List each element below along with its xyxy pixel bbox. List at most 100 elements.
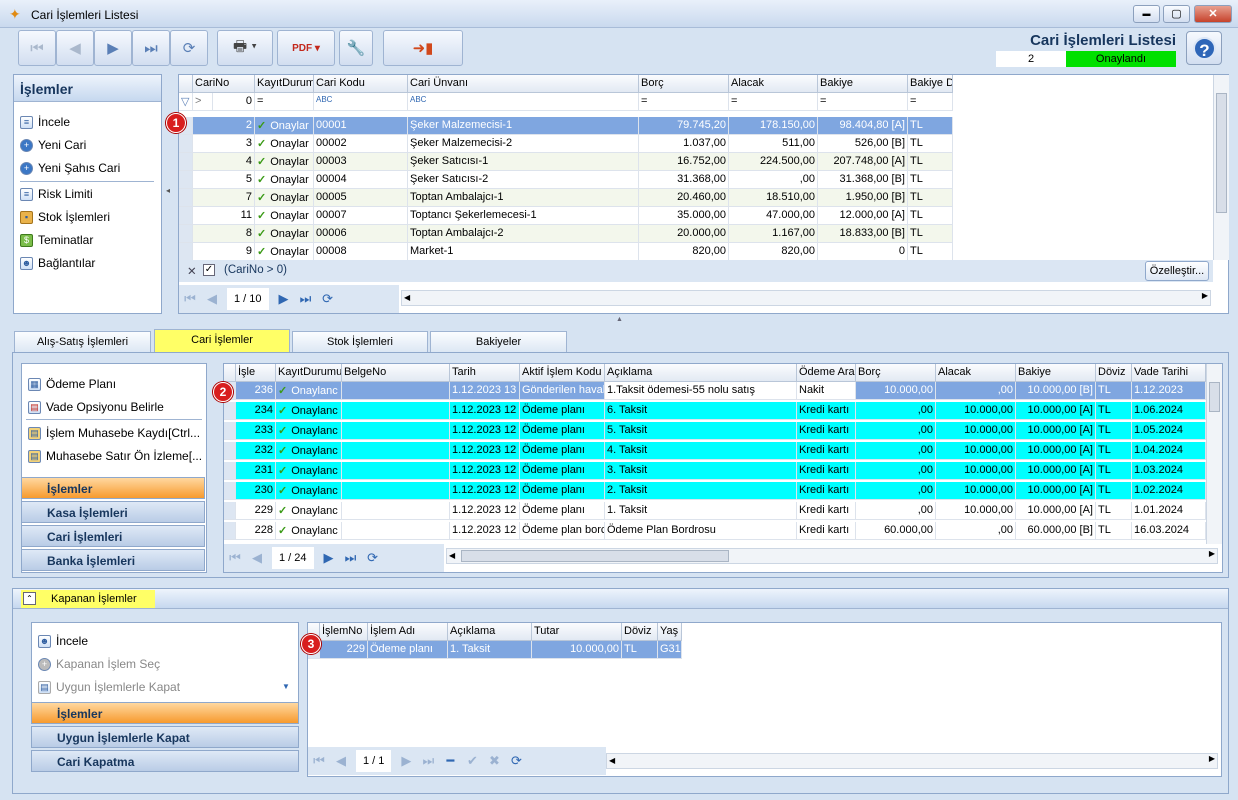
nav-first-icon[interactable]: ⏮ bbox=[179, 291, 201, 307]
row-indicator[interactable] bbox=[179, 225, 193, 243]
table-cell[interactable]: 31.368,00 [B] bbox=[818, 171, 908, 189]
table-cell[interactable]: 10.000,00 bbox=[936, 422, 1016, 440]
top-grid-hscroll[interactable]: ◀ ▶ bbox=[401, 290, 1211, 306]
column-header[interactable]: Bakiye bbox=[818, 75, 908, 93]
sidebar-item-odeme-plani[interactable]: ▦ Ödeme Planı bbox=[28, 374, 116, 394]
table-cell[interactable]: 1.01.2024 bbox=[1132, 502, 1206, 520]
table-cell[interactable]: TL bbox=[908, 135, 953, 153]
table-cell[interactable]: 1. Taksit bbox=[605, 502, 797, 520]
table-cell[interactable]: 1.05.2024 bbox=[1132, 422, 1206, 440]
filter-cell[interactable]: = bbox=[908, 93, 953, 111]
nav-cancel-icon[interactable]: ✖ bbox=[483, 753, 505, 769]
filter-cell[interactable]: = bbox=[818, 93, 908, 111]
table-cell[interactable]: 00006 bbox=[314, 225, 408, 243]
nav-group-islemler[interactable]: İşlemler bbox=[31, 702, 299, 724]
column-header[interactable]: İşlem Adı bbox=[368, 623, 448, 641]
table-cell[interactable]: TL bbox=[1096, 402, 1132, 420]
customize-button[interactable]: Özelleştir... bbox=[1145, 261, 1209, 281]
table-cell[interactable]: Ödeme planı bbox=[520, 462, 605, 480]
table-cell[interactable] bbox=[342, 502, 450, 520]
table-cell[interactable]: TL bbox=[908, 153, 953, 171]
column-header[interactable]: Vade Tarihi bbox=[1132, 364, 1206, 382]
group-title-highlight[interactable]: ⌃ Kapanan İşlemler bbox=[21, 590, 155, 608]
row-indicator[interactable] bbox=[179, 189, 193, 207]
column-header[interactable]: Alacak bbox=[936, 364, 1016, 382]
table-cell[interactable]: 178.150,00 bbox=[729, 117, 818, 135]
table-cell[interactable]: ,00 bbox=[856, 442, 936, 460]
row-indicator[interactable] bbox=[179, 135, 193, 153]
table-cell[interactable]: 10.000,00 bbox=[936, 482, 1016, 500]
nav-prev-icon[interactable]: ◀ bbox=[201, 291, 223, 307]
table-cell[interactable]: TL bbox=[908, 225, 953, 243]
table-cell[interactable]: 10.000,00 bbox=[532, 641, 622, 659]
table-cell[interactable]: 234 bbox=[236, 402, 276, 420]
table-cell[interactable]: 10.000,00 [A] bbox=[1016, 462, 1096, 480]
column-header[interactable]: Bakiye D bbox=[908, 75, 953, 93]
row-indicator[interactable] bbox=[224, 442, 236, 460]
table-cell[interactable]: 10.000,00 bbox=[936, 402, 1016, 420]
sidebar-item-yeni-sahis-cari[interactable]: + Yeni Şahıs Cari bbox=[20, 158, 120, 178]
table-cell[interactable]: 1.12.2023 12 bbox=[450, 482, 520, 500]
column-header[interactable]: İşle bbox=[236, 364, 276, 382]
table-cell[interactable]: TL bbox=[1096, 522, 1132, 540]
table-cell[interactable]: 00001 bbox=[314, 117, 408, 135]
filter-cell[interactable]: 0 bbox=[213, 93, 255, 111]
table-cell[interactable]: 3. Taksit bbox=[605, 462, 797, 480]
row-indicator[interactable] bbox=[224, 482, 236, 500]
table-cell[interactable]: Kredi kartı bbox=[797, 482, 856, 500]
nav-group-banka-islemleri[interactable]: Banka İşlemleri bbox=[21, 549, 205, 571]
table-cell[interactable]: 0 bbox=[818, 243, 908, 260]
table-cell[interactable]: ✓ Onaylanc bbox=[276, 422, 342, 440]
table-cell[interactable]: 00007 bbox=[314, 207, 408, 225]
scroll-right-icon[interactable]: ▶ bbox=[1209, 549, 1215, 558]
table-cell[interactable]: ,00 bbox=[936, 522, 1016, 540]
table-cell[interactable]: 7 bbox=[193, 189, 255, 207]
table-cell[interactable]: ✓ Onaylanc bbox=[276, 522, 342, 540]
table-cell[interactable]: 20.460,00 bbox=[639, 189, 729, 207]
table-cell[interactable]: 2 bbox=[193, 117, 255, 135]
collapse-sidebar-arrow[interactable]: ◂ bbox=[166, 186, 170, 195]
filter-cell[interactable]: = bbox=[729, 93, 818, 111]
table-cell[interactable]: 228 bbox=[236, 522, 276, 540]
row-indicator[interactable] bbox=[179, 171, 193, 189]
table-cell[interactable]: 1.02.2024 bbox=[1132, 482, 1206, 500]
table-cell[interactable]: Ödeme planı bbox=[520, 502, 605, 520]
sidebar-item-incele[interactable]: ☻ İncele bbox=[38, 631, 88, 651]
column-header[interactable]: KayıtDurumu bbox=[255, 75, 314, 93]
table-cell[interactable]: Ödeme planı bbox=[520, 422, 605, 440]
table-cell[interactable]: 16.03.2024 bbox=[1132, 522, 1206, 540]
column-header[interactable]: CariNo bbox=[193, 75, 255, 93]
scroll-left-icon[interactable]: ◀ bbox=[404, 293, 410, 302]
filter-checkbox[interactable]: ✓ bbox=[203, 264, 215, 276]
sidebar-item-muhasebe-kaydi[interactable]: ▤ İşlem Muhasebe Kaydı[Ctrl... bbox=[28, 423, 200, 443]
table-cell[interactable]: Ödeme plan borc bbox=[520, 522, 605, 540]
table-cell[interactable]: 229 bbox=[236, 502, 276, 520]
table-cell[interactable]: 232 bbox=[236, 442, 276, 460]
table-cell[interactable]: 1.12.2023 12 bbox=[450, 422, 520, 440]
table-cell[interactable]: ,00 bbox=[856, 402, 936, 420]
table-cell[interactable]: 79.745,20 bbox=[639, 117, 729, 135]
table-cell[interactable]: 233 bbox=[236, 422, 276, 440]
refresh-button[interactable]: ⟳ bbox=[170, 30, 208, 66]
table-cell[interactable]: 8 bbox=[193, 225, 255, 243]
table-cell[interactable]: 10.000,00 [A] bbox=[1016, 482, 1096, 500]
table-cell[interactable]: 10.000,00 [A] bbox=[1016, 402, 1096, 420]
restore-button[interactable]: ▢ bbox=[1163, 5, 1190, 23]
scroll-thumb[interactable] bbox=[461, 550, 729, 562]
nav-refresh-icon[interactable]: ⟳ bbox=[362, 550, 384, 566]
table-cell[interactable]: 229 bbox=[320, 641, 368, 659]
table-cell[interactable]: ✓ Onaylar bbox=[255, 189, 314, 207]
table-cell[interactable]: 6. Taksit bbox=[605, 402, 797, 420]
table-cell[interactable] bbox=[342, 442, 450, 460]
table-cell[interactable]: ,00 bbox=[856, 482, 936, 500]
tab-bakiyeler[interactable]: Bakiyeler bbox=[430, 331, 567, 353]
help-button[interactable]: ? bbox=[1186, 31, 1222, 65]
sidebar-item-incele[interactable]: ≡ İncele bbox=[20, 112, 70, 132]
table-cell[interactable]: 236 bbox=[236, 382, 276, 400]
table-cell[interactable]: 207.748,00 [A] bbox=[818, 153, 908, 171]
text-filter-icon[interactable]: ABC bbox=[314, 93, 408, 111]
filter-cell[interactable]: = bbox=[255, 93, 314, 111]
scroll-left-icon[interactable]: ◀ bbox=[609, 756, 615, 765]
nav-group-kasa-islemleri[interactable]: Kasa İşlemleri bbox=[21, 501, 205, 523]
table-cell[interactable]: Gönderilen haval bbox=[520, 382, 605, 400]
